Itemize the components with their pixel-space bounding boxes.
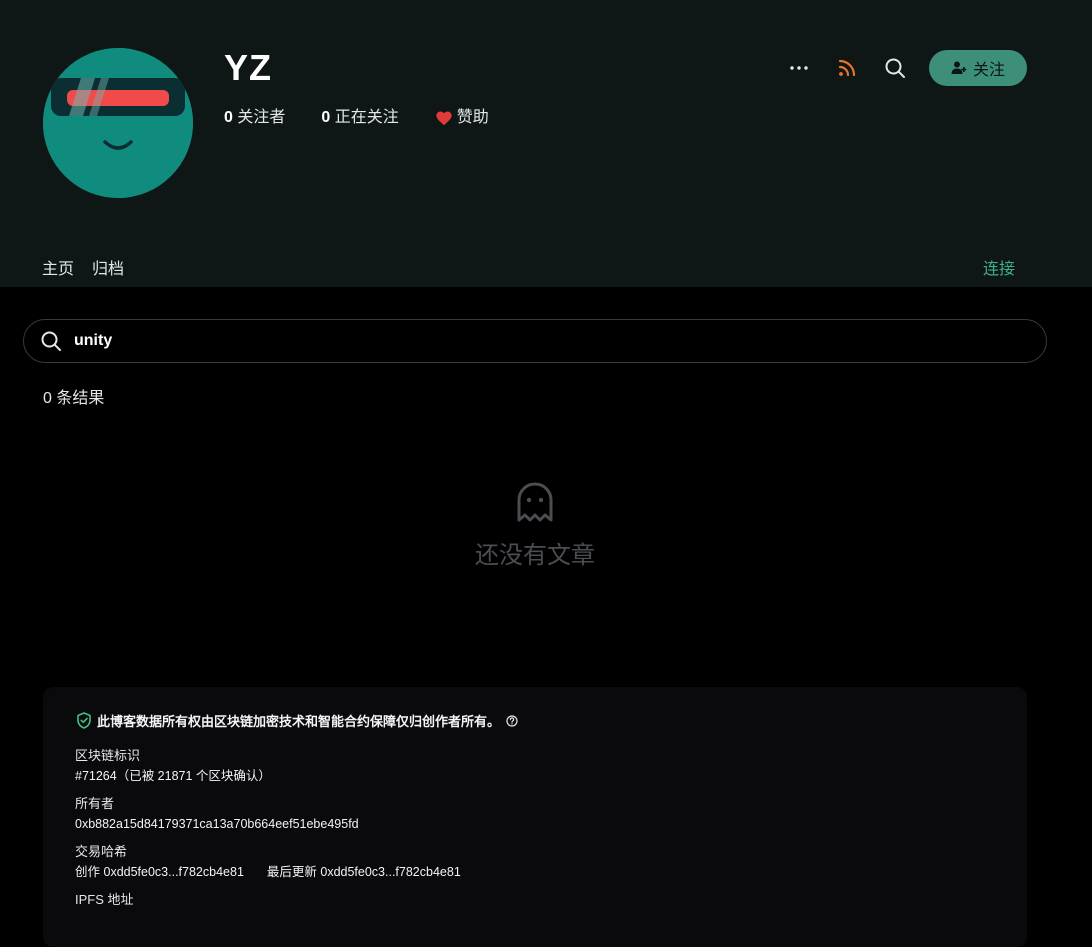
shield-check-icon bbox=[77, 712, 91, 729]
profile-stats: 0 关注者 0 正在关注 赞助 bbox=[224, 107, 489, 129]
help-icon[interactable] bbox=[506, 714, 518, 727]
empty-message: 还没有文章 bbox=[475, 542, 595, 569]
search-icon bbox=[885, 58, 905, 78]
tx-created-label: 创作 bbox=[75, 865, 101, 879]
blog-title: YZ bbox=[224, 47, 273, 88]
nav-tabs: 主页 归档 bbox=[42, 255, 142, 279]
blockchain-id-section: 区块链标识 #71264（已被 21871 个区块确认） bbox=[75, 746, 271, 786]
heart-icon bbox=[436, 111, 452, 126]
tx-updated-label: 最后更新 bbox=[266, 865, 317, 879]
avatar bbox=[43, 48, 193, 198]
owner-label: 所有者 bbox=[75, 796, 115, 811]
result-count: 0 条结果 bbox=[43, 390, 105, 407]
follow-button[interactable]: 关注 bbox=[929, 50, 1027, 86]
tx-hash-section: 交易哈希 创作 0xdd5fe0c3...f782cb4e81 最后更新 0xd… bbox=[75, 842, 461, 882]
tab-archive[interactable]: 归档 bbox=[92, 255, 124, 279]
connect-link[interactable]: 连接 bbox=[983, 255, 1015, 279]
rss-icon bbox=[838, 59, 856, 77]
owner-address[interactable]: 0xb882a15d84179371ca13a70b664eef51ebe495… bbox=[75, 814, 359, 834]
following-stat[interactable]: 0 正在关注 bbox=[321, 107, 398, 129]
blockchain-id-label: 区块链标识 bbox=[75, 748, 141, 763]
empty-state: 还没有文章 bbox=[0, 482, 1070, 570]
search-icon bbox=[41, 331, 61, 351]
followers-count: 0 bbox=[224, 109, 233, 126]
owner-section: 所有者 0xb882a15d84179371ca13a70b664eef51eb… bbox=[75, 794, 359, 834]
tx-created-hash[interactable]: 0xdd5fe0c3...f782cb4e81 bbox=[104, 865, 244, 879]
following-label: 正在关注 bbox=[334, 109, 399, 126]
followers-label: 关注者 bbox=[237, 109, 286, 126]
ipfs-label: IPFS 地址 bbox=[75, 892, 134, 907]
blockchain-id-value: #71264（已被 21871 个区块确认） bbox=[75, 769, 271, 783]
following-count: 0 bbox=[321, 109, 331, 126]
sponsor-link[interactable]: 赞助 bbox=[435, 107, 489, 129]
ownership-notice-text: 此博客数据所有权由区块链加密技术和智能合约保障仅归创作者所有。 bbox=[97, 714, 501, 729]
more-icon bbox=[790, 66, 808, 70]
tx-hash-values: 创作 0xdd5fe0c3...f782cb4e81 最后更新 0xdd5fe0… bbox=[75, 862, 461, 882]
search-bar bbox=[23, 319, 1047, 363]
blockchain-info-card: 此博客数据所有权由区块链加密技术和智能合约保障仅归创作者所有。 区块链标识 #7… bbox=[43, 687, 1027, 947]
followers-stat[interactable]: 0 关注者 bbox=[224, 107, 285, 129]
search-button[interactable] bbox=[877, 50, 913, 86]
search-input[interactable] bbox=[72, 331, 976, 351]
more-button[interactable] bbox=[781, 50, 817, 86]
tx-updated-hash[interactable]: 0xdd5fe0c3...f782cb4e81 bbox=[320, 865, 460, 879]
sponsor-label: 赞助 bbox=[456, 109, 489, 126]
ipfs-section: IPFS 地址 bbox=[75, 890, 134, 910]
tab-home[interactable]: 主页 bbox=[42, 255, 74, 279]
ownership-notice: 此博客数据所有权由区块链加密技术和智能合约保障仅归创作者所有。 bbox=[76, 711, 523, 730]
rss-button[interactable] bbox=[829, 50, 865, 86]
ghost-icon bbox=[517, 482, 553, 522]
follow-button-label: 关注 bbox=[972, 62, 1005, 79]
add-user-icon bbox=[951, 61, 967, 74]
blog-header: YZ 0 关注者 0 正在关注 赞助 关注 主页 归档 连接 bbox=[0, 0, 1092, 287]
header-actions: 关注 bbox=[769, 50, 1027, 86]
tx-hash-label: 交易哈希 bbox=[75, 844, 128, 859]
